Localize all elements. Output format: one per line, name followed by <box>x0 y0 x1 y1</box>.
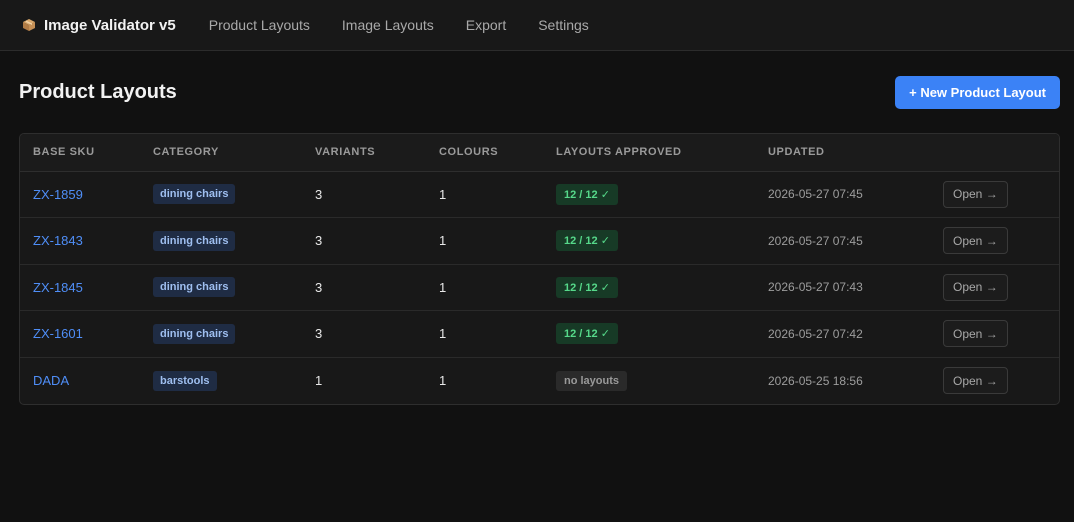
new-product-layout-button[interactable]: + New Product Layout <box>895 76 1060 109</box>
sku-link[interactable]: ZX-1859 <box>33 187 83 202</box>
open-button[interactable]: Open → <box>943 367 1008 394</box>
open-button[interactable]: Open → <box>943 273 1008 301</box>
nav-export[interactable]: Export <box>466 17 506 33</box>
open-button[interactable]: Open → <box>943 320 1008 348</box>
product-layouts-table: BASE SKU CATEGORY VARIANTS COLOURS LAYOU… <box>19 133 1060 405</box>
colours-count: 1 <box>426 217 543 265</box>
updated-timestamp: 2026-05-27 07:42 <box>755 310 930 358</box>
column-header-base-sku[interactable]: BASE SKU <box>20 134 140 172</box>
category-badge: dining chairs <box>153 184 236 205</box>
column-header-category[interactable]: CATEGORY <box>140 134 302 172</box>
variants-count: 3 <box>302 310 426 358</box>
nav-image-layouts[interactable]: Image Layouts <box>342 17 434 33</box>
approved-status-badge: 12 / 12 ✓ <box>556 323 618 345</box>
colours-count: 1 <box>426 171 543 218</box>
category-badge: barstools <box>153 370 217 391</box>
table-row: ZX-1845 dining chairs 3 1 12 / 12 ✓ 2026… <box>20 264 1059 311</box>
updated-timestamp: 2026-05-27 07:45 <box>755 217 930 265</box>
approved-status-badge: no layouts <box>556 370 628 391</box>
sku-link[interactable]: ZX-1601 <box>33 326 83 341</box>
brand[interactable]: Image Validator v5 <box>22 17 176 34</box>
open-button[interactable]: Open → <box>943 227 1008 255</box>
package-icon <box>22 18 36 32</box>
app-title: Image Validator v5 <box>44 16 176 34</box>
category-badge: dining chairs <box>153 277 236 298</box>
category-badge: dining chairs <box>153 323 236 344</box>
updated-timestamp: 2026-05-27 07:43 <box>755 264 930 311</box>
approved-status-badge: 12 / 12 ✓ <box>556 276 618 298</box>
top-nav-bar: Image Validator v5 Product Layouts Image… <box>0 0 1074 51</box>
variants-count: 3 <box>302 264 426 311</box>
variants-count: 3 <box>302 171 426 218</box>
column-header-colours[interactable]: COLOURS <box>426 134 543 172</box>
colours-count: 1 <box>439 373 447 388</box>
sku-link[interactable]: ZX-1843 <box>33 233 83 248</box>
colours-count: 1 <box>426 264 543 311</box>
category-badge: dining chairs <box>153 230 236 251</box>
table-header-row: BASE SKU CATEGORY VARIANTS COLOURS LAYOU… <box>20 134 1059 172</box>
column-header-actions <box>930 134 1059 172</box>
colours-count: 1 <box>426 310 543 358</box>
table-row: DADA barstools 1 1 no layouts 2026-05-25… <box>20 357 1059 404</box>
sku-link[interactable]: ZX-1845 <box>33 280 83 295</box>
page-header: Product Layouts + New Product Layout <box>19 76 1060 109</box>
nav-settings[interactable]: Settings <box>538 17 589 33</box>
approved-status-badge: 12 / 12 ✓ <box>556 183 618 205</box>
column-header-layouts-approved[interactable]: LAYOUTS APPROVED <box>543 134 755 172</box>
variants-count: 1 <box>315 373 323 388</box>
updated-timestamp: 2026-05-25 18:56 <box>768 373 863 388</box>
approved-status-badge: 12 / 12 ✓ <box>556 230 618 252</box>
sku-link[interactable]: DADA <box>33 373 69 388</box>
updated-timestamp: 2026-05-27 07:45 <box>755 171 930 218</box>
nav-product-layouts[interactable]: Product Layouts <box>209 17 310 33</box>
page-title: Product Layouts <box>19 81 177 103</box>
table-row: ZX-1601 dining chairs 3 1 12 / 12 ✓ 2026… <box>20 310 1059 358</box>
column-header-variants[interactable]: VARIANTS <box>302 134 426 172</box>
table-row: ZX-1859 dining chairs 3 1 12 / 12 ✓ 2026… <box>20 171 1059 218</box>
variants-count: 3 <box>302 217 426 265</box>
table-row: ZX-1843 dining chairs 3 1 12 / 12 ✓ 2026… <box>20 217 1059 265</box>
column-header-updated[interactable]: UPDATED <box>755 134 930 172</box>
open-button[interactable]: Open → <box>943 180 1008 208</box>
